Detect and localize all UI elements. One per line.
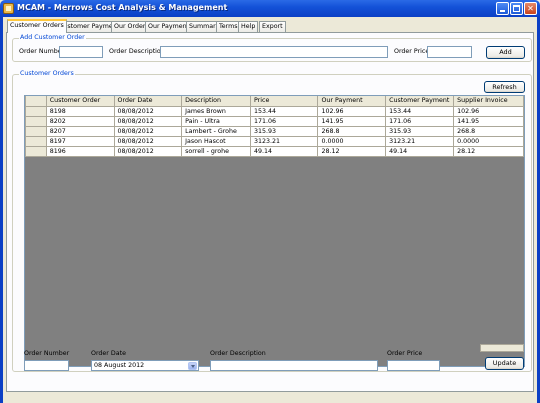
edit-order-date-label: Order Date (91, 350, 126, 357)
customer-orders-title: Customer Orders (19, 70, 75, 77)
cell-customer-order[interactable]: 8196 (45, 145, 115, 157)
cell-supplier-invoice[interactable]: 141.95 (453, 115, 524, 127)
row-header[interactable] (25, 125, 47, 137)
order-number-input[interactable] (59, 46, 103, 58)
window-title: MCAM - Merrows Cost Analysis & Managemen… (17, 3, 228, 12)
cell-customer-order[interactable]: 8198 (45, 105, 115, 117)
column-header-price[interactable]: Price (249, 96, 319, 107)
table-row[interactable]: 8207 08/08/2012 Lambert - Grohe 315.93 2… (25, 125, 524, 137)
edit-order-description-label: Order Description (210, 350, 266, 357)
order-price-label: Order Price (394, 48, 430, 55)
maximize-icon (513, 5, 520, 12)
add-customer-order-title: Add Customer Order (19, 34, 86, 41)
table-row[interactable]: 8196 08/08/2012 sorrell - grohe 49.14 28… (25, 145, 524, 157)
cell-description[interactable]: sorrell - grohe (181, 145, 251, 157)
column-header-order-date[interactable]: Order Date (113, 96, 183, 107)
tab-customer-orders[interactable]: Customer Orders (7, 19, 67, 33)
cell-order-date[interactable]: 08/08/2012 (113, 135, 183, 147)
cell-price[interactable]: 49.14 (249, 145, 319, 157)
table-row[interactable]: 8198 08/08/2012 James Brown 153.44 102.9… (25, 105, 524, 117)
cell-our-payment[interactable]: 0.0000 (317, 135, 387, 147)
cell-customer-order[interactable]: 8197 (45, 135, 115, 147)
edit-order-number-input[interactable] (24, 360, 69, 371)
cell-order-date[interactable]: 08/08/2012 (113, 105, 183, 117)
order-price-input[interactable] (427, 46, 472, 58)
tab-export[interactable]: Export (259, 21, 286, 32)
row-header[interactable] (25, 145, 47, 157)
row-header[interactable] (25, 135, 47, 147)
grid-header-row: Customer Order Order Date Description Pr… (25, 96, 524, 107)
order-date-picker[interactable]: 08 August 2012 (91, 360, 199, 371)
cell-order-date[interactable]: 08/08/2012 (113, 115, 183, 127)
order-date-month[interactable]: August (104, 362, 126, 369)
edit-order-description-input[interactable] (210, 360, 378, 371)
cell-supplier-invoice[interactable]: 102.96 (453, 105, 524, 117)
cell-description[interactable]: Lambert - Grohe (181, 125, 251, 137)
column-header-customer-payment[interactable]: Customer Payment (385, 96, 455, 107)
order-description-label: Order Description (109, 48, 165, 55)
row-header[interactable] (25, 115, 47, 127)
cell-price[interactable]: 153.44 (249, 105, 319, 117)
app-icon[interactable] (3, 3, 14, 14)
tab-terms[interactable]: Terms (216, 21, 241, 32)
cell-our-payment[interactable]: 28.12 (317, 145, 387, 157)
cell-price[interactable]: 3123.21 (249, 135, 319, 147)
maximize-button[interactable] (510, 2, 523, 15)
edit-order-number-label: Order Number (24, 350, 70, 357)
order-description-input[interactable] (160, 46, 388, 58)
column-header-our-payment[interactable]: Our Payment (317, 96, 387, 107)
cell-order-date[interactable]: 08/08/2012 (113, 125, 183, 137)
order-date-year[interactable]: 2012 (128, 362, 144, 369)
cell-our-payment[interactable]: 102.96 (317, 105, 387, 117)
cell-customer-payment[interactable]: 49.14 (385, 145, 455, 157)
cell-customer-payment[interactable]: 315.93 (385, 125, 455, 137)
status-box (480, 344, 524, 352)
cell-description[interactable]: Pain - Ultra (181, 115, 251, 127)
cell-description[interactable]: James Brown (181, 105, 251, 117)
close-button[interactable]: ✕ (524, 2, 537, 15)
cell-supplier-invoice[interactable]: 268.8 (453, 125, 524, 137)
close-icon: ✕ (527, 4, 534, 13)
row-header-corner (25, 96, 47, 107)
chevron-down-icon[interactable] (188, 362, 197, 370)
row-header[interactable] (25, 105, 47, 117)
cell-our-payment[interactable]: 268.8 (317, 125, 387, 137)
tab-help[interactable]: Help (238, 21, 259, 32)
edit-order-price-input[interactable] (387, 360, 440, 371)
cell-supplier-invoice[interactable]: 28.12 (453, 145, 524, 157)
update-button[interactable]: Update (485, 357, 524, 370)
cell-customer-order[interactable]: 8207 (45, 125, 115, 137)
cell-description[interactable]: Jason Hascot (181, 135, 251, 147)
order-number-label: Order Number (19, 48, 65, 55)
window-frame-left (0, 17, 3, 403)
cell-supplier-invoice[interactable]: 0.0000 (453, 135, 524, 147)
cell-our-payment[interactable]: 141.95 (317, 115, 387, 127)
customer-orders-grid[interactable]: Customer Order Order Date Description Pr… (24, 95, 525, 367)
cell-customer-payment[interactable]: 3123.21 (385, 135, 455, 147)
refresh-button[interactable]: Refresh (484, 81, 525, 93)
column-header-supplier-invoice[interactable]: Supplier Invoice (453, 96, 524, 107)
column-header-customer-order[interactable]: Customer Order (45, 96, 115, 107)
cell-customer-payment[interactable]: 153.44 (385, 105, 455, 117)
cell-customer-payment[interactable]: 171.06 (385, 115, 455, 127)
cell-order-date[interactable]: 08/08/2012 (113, 145, 183, 157)
minimize-button[interactable] (496, 2, 509, 15)
cell-price[interactable]: 315.93 (249, 125, 319, 137)
cell-price[interactable]: 171.06 (249, 115, 319, 127)
table-row[interactable]: 8197 08/08/2012 Jason Hascot 3123.21 0.0… (25, 135, 524, 147)
order-date-day[interactable]: 08 (94, 362, 102, 369)
title-bar[interactable]: MCAM - Merrows Cost Analysis & Managemen… (0, 0, 540, 17)
column-header-description[interactable]: Description (181, 96, 251, 107)
minimize-icon (500, 10, 505, 12)
cell-customer-order[interactable]: 8202 (45, 115, 115, 127)
table-row[interactable]: 8202 08/08/2012 Pain - Ultra 171.06 141.… (25, 115, 524, 127)
add-button[interactable]: Add (486, 46, 525, 59)
edit-order-price-label: Order Price (387, 350, 423, 357)
